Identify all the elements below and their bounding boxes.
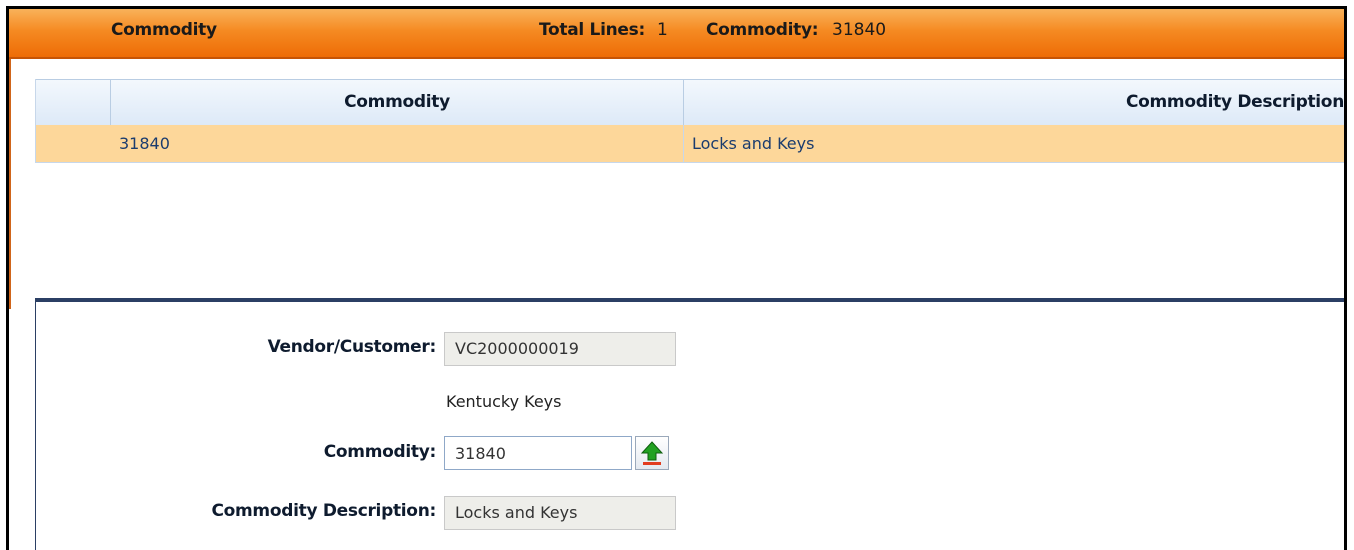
commodity-grid: Commodity Commodity Description 31840 Lo… xyxy=(35,79,1344,163)
total-lines-label: Total Lines: xyxy=(539,20,645,40)
section-header: Commodity Total Lines: 1 Commodity: 3184… xyxy=(9,9,1344,59)
header-commodity-label: Commodity: xyxy=(706,20,819,40)
column-divider xyxy=(683,125,684,162)
commodity-lookup-button[interactable] xyxy=(635,436,669,470)
cell-description[interactable]: Locks and Keys xyxy=(692,125,814,162)
commodity-input[interactable] xyxy=(444,436,632,470)
total-lines-value: 1 xyxy=(657,20,668,40)
commodity-label: Commodity: xyxy=(323,442,437,462)
grid-header: Commodity Commodity Description xyxy=(36,79,1344,126)
header-commodity-value: 31840 xyxy=(832,20,887,40)
detail-panel: Vendor/Customer: VC2000000019 Kentucky K… xyxy=(35,298,1344,550)
row-selector-header xyxy=(36,80,111,125)
column-header-description[interactable]: Commodity Description xyxy=(684,80,1344,125)
column-header-commodity[interactable]: Commodity xyxy=(111,80,684,125)
vendor-name-text: Kentucky Keys xyxy=(446,392,562,411)
cell-commodity[interactable]: 31840 xyxy=(119,125,170,162)
commodity-description-label: Commodity Description: xyxy=(211,501,436,521)
section-title: Commodity xyxy=(111,20,217,40)
commodity-section: Commodity Total Lines: 1 Commodity: 3184… xyxy=(6,6,1347,550)
left-border xyxy=(9,59,19,309)
vendor-customer-label: Vendor/Customer: xyxy=(267,337,437,357)
upload-arrow-icon xyxy=(640,441,664,465)
commodity-description-field: Locks and Keys xyxy=(444,496,676,530)
vendor-customer-field: VC2000000019 xyxy=(444,332,676,366)
table-row[interactable]: 31840 Locks and Keys xyxy=(36,125,1344,163)
